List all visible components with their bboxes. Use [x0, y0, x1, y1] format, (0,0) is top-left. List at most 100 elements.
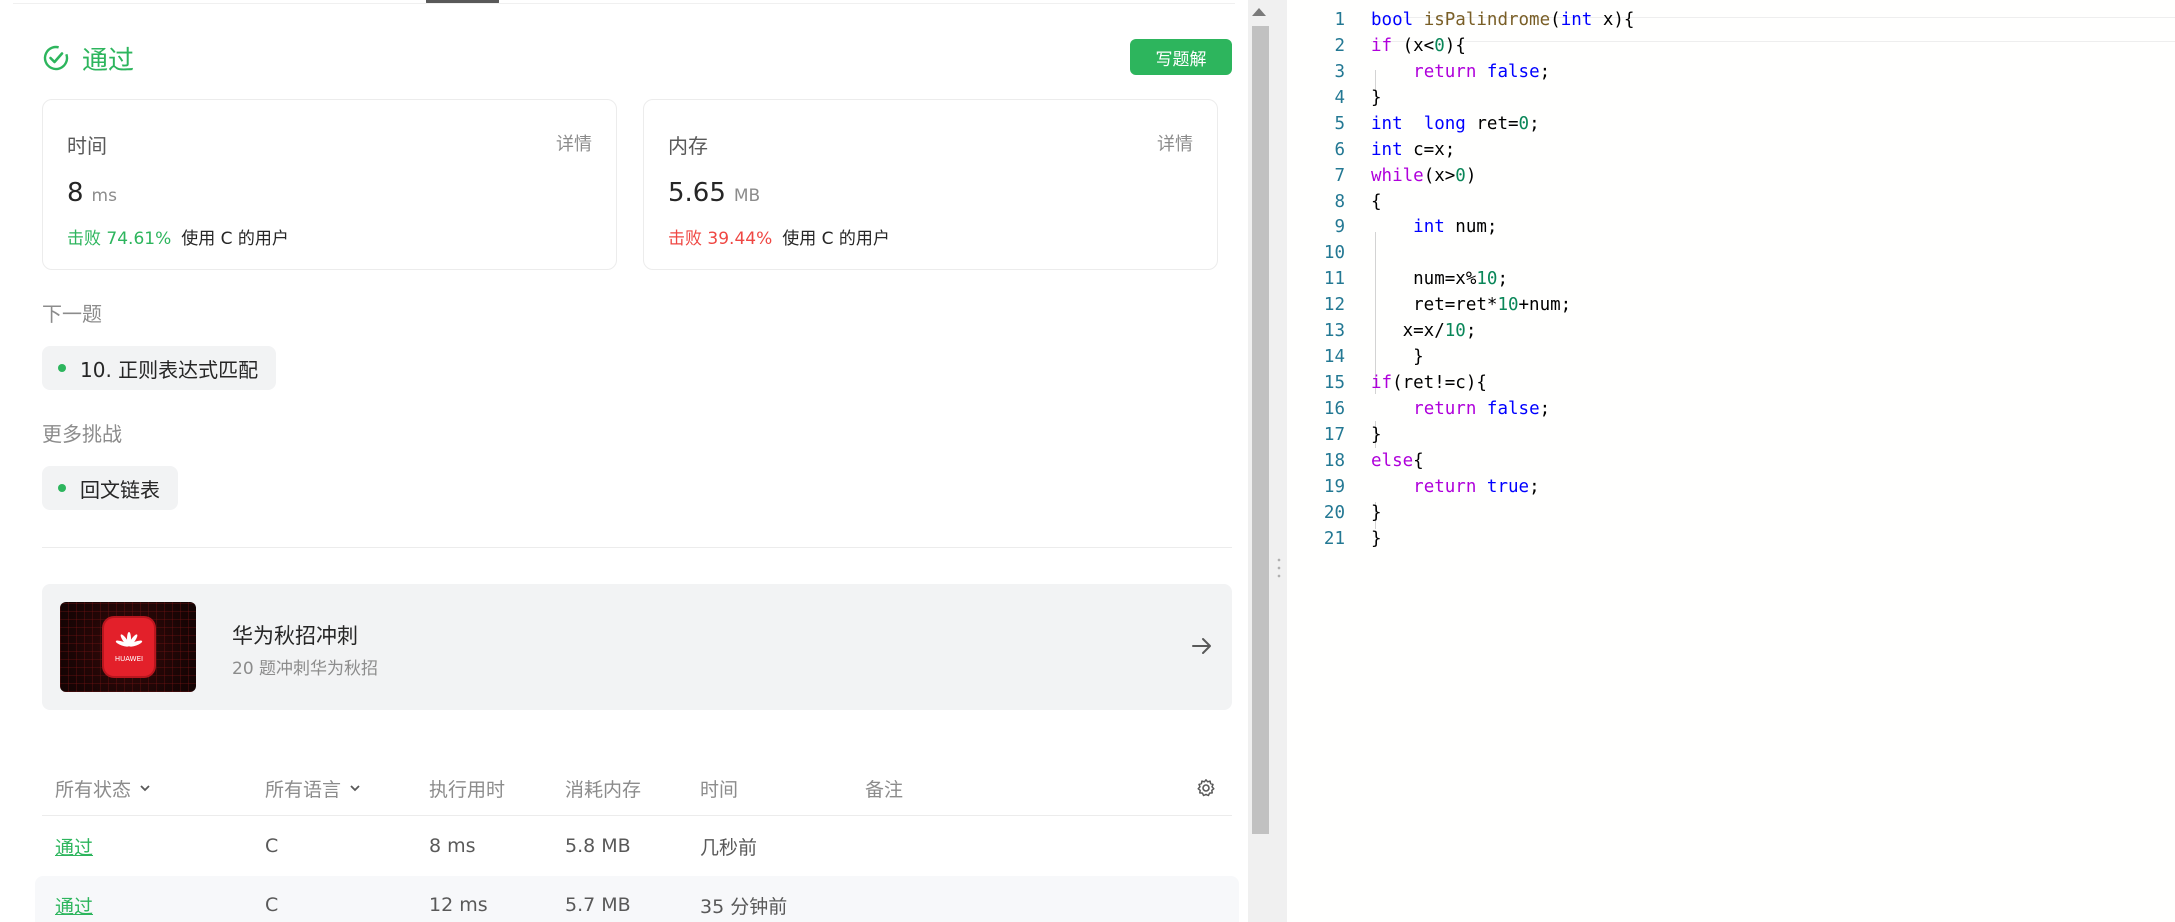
promo-card[interactable]: HUAWEI 华为秋招冲刺 20 题冲刺华为秋招: [42, 584, 1232, 710]
more-challenge-chip[interactable]: 回文链表: [42, 466, 178, 510]
notes-column-header: 备注: [865, 778, 904, 801]
result-content: 通过 写题解 时间 详情 8 ms 击败 74.61% 使用 C 的用户 内存 …: [13, 0, 1239, 922]
code-line[interactable]: 16 return false;: [1287, 396, 2175, 423]
line-number: 21: [1323, 528, 1345, 549]
table-row[interactable]: 通过 C 12 ms 5.7 MB 35 分钟前: [35, 876, 1239, 922]
line-number: 20: [1323, 502, 1345, 523]
runtime-value: 8 ms: [67, 178, 117, 208]
code-text: }: [1371, 528, 1382, 549]
scroll-up-arrow-icon[interactable]: [1252, 8, 1266, 16]
row-language: C: [265, 894, 279, 916]
chevron-down-icon: [140, 785, 150, 792]
row-language: C: [265, 835, 279, 857]
code-text: return false;: [1413, 61, 1551, 82]
code-text: x=x/10;: [1371, 321, 1477, 342]
code-line[interactable]: 9 int num;: [1287, 214, 2175, 241]
promo-logo-text: HUAWEI: [114, 655, 144, 663]
next-problem-label: 10. 正则表达式匹配: [80, 357, 259, 382]
code-editor[interactable]: 1 bool isPalindrome(int x){2 if (x<0){ 3 re…: [1287, 0, 2175, 922]
line-number: 16: [1323, 398, 1345, 419]
chevron-down-icon: [350, 785, 360, 792]
row-status-link[interactable]: 通过: [55, 817, 93, 875]
language-filter-label: 所有语言: [265, 778, 342, 801]
row-status-link[interactable]: 通过: [55, 876, 93, 922]
code-line[interactable]: 10: [1287, 240, 2175, 267]
line-number: 19: [1323, 476, 1345, 497]
code-text: else{: [1371, 450, 1424, 471]
code-line[interactable]: 3 return false;: [1287, 59, 2175, 86]
code-text: }: [1371, 347, 1424, 368]
line-number: 15: [1323, 373, 1345, 394]
runtime-label: 时间: [67, 134, 107, 158]
code-line[interactable]: 4}: [1287, 85, 2175, 112]
row-memory: 5.7 MB: [565, 894, 631, 916]
code-line[interactable]: 5 int long ret=0;: [1287, 111, 2175, 138]
line-number: 13: [1323, 321, 1345, 342]
tab-bar-border: [13, 3, 1235, 4]
code-line[interactable]: 6 int c=x;: [1287, 137, 2175, 164]
code-line[interactable]: 14 }: [1287, 344, 2175, 371]
row-runtime: 8 ms: [429, 835, 476, 857]
result-status: 通过: [42, 40, 134, 76]
row-runtime: 12 ms: [429, 894, 488, 916]
code-line[interactable]: 11 num=x%10;: [1287, 266, 2175, 293]
time-column-header: 时间: [700, 778, 739, 801]
line-number: 5: [1334, 113, 1345, 134]
runtime-detail-link[interactable]: 详情: [556, 130, 592, 156]
code-text: if(ret!=c){: [1371, 373, 1487, 394]
memory-detail-link[interactable]: 详情: [1157, 130, 1193, 156]
promo-title: 华为秋招冲刺: [232, 624, 358, 648]
write-solution-button[interactable]: 写题解: [1130, 39, 1232, 75]
next-problem-chip[interactable]: 10. 正则表达式匹配: [42, 346, 277, 390]
code-line[interactable]: 20}: [1287, 500, 2175, 527]
next-problem-heading: 下一题: [42, 302, 102, 326]
line-number: 7: [1334, 165, 1345, 186]
memory-card: 内存 详情 5.65 MB 击败 39.44% 使用 C 的用户: [643, 99, 1218, 270]
bullet-dot: [58, 364, 66, 372]
line-number: 11: [1323, 269, 1345, 290]
code-line[interactable]: 21}: [1287, 526, 2175, 553]
memory-column-header: 消耗内存: [565, 778, 642, 801]
status-filter[interactable]: 所有状态: [55, 760, 151, 816]
code-text: }: [1371, 502, 1382, 523]
code-line[interactable]: 15 if(ret!=c){: [1287, 370, 2175, 397]
code-line[interactable]: 19 return true;: [1287, 474, 2175, 501]
code-text: if (x<0){: [1371, 35, 1466, 56]
memory-value: 5.65 MB: [668, 178, 760, 208]
code-text: {: [1371, 191, 1382, 212]
code-line[interactable]: 8{: [1287, 189, 2175, 216]
memory-label: 内存: [668, 134, 708, 158]
submission-result-panel: 通过 写题解 时间 详情 8 ms 击败 74.61% 使用 C 的用户 内存 …: [0, 0, 1248, 922]
line-number: 9: [1334, 217, 1345, 238]
runtime-column-header: 执行用时: [429, 778, 506, 801]
code-line[interactable]: 7 while(x>0): [1287, 163, 2175, 190]
promo-image: HUAWEI: [60, 602, 196, 692]
line-number: 2: [1334, 35, 1345, 56]
code-line[interactable]: 13 x=x/10;: [1287, 318, 2175, 345]
drag-handle-icon[interactable]: [1277, 556, 1281, 580]
code-line[interactable]: 2 if (x<0){: [1287, 33, 2175, 60]
code-line[interactable]: 1 bool isPalindrome(int x){: [1287, 7, 2175, 34]
arrow-right-icon: [1192, 638, 1211, 654]
code-line[interactable]: 12 ret=ret*10+num;: [1287, 292, 2175, 319]
code-text: return false;: [1413, 398, 1551, 419]
line-number: 10: [1323, 243, 1345, 264]
submissions-table-header: 所有状态 所有语言 执行用时 消耗内存 时间 备注: [42, 760, 1232, 816]
code-line[interactable]: 17}: [1287, 422, 2175, 449]
code-text: while(x>0): [1371, 165, 1477, 186]
language-filter[interactable]: 所有语言: [265, 760, 361, 816]
gear-icon[interactable]: [1196, 778, 1216, 798]
row-time: 几秒前: [700, 836, 758, 859]
panel-splitter[interactable]: [1269, 0, 1287, 922]
line-number: 18: [1323, 450, 1345, 471]
line-number: 6: [1334, 139, 1345, 160]
huawei-logo-icon: HUAWEI: [104, 618, 154, 676]
runtime-card: 时间 详情 8 ms 击败 74.61% 使用 C 的用户: [42, 99, 617, 270]
code-text: }: [1371, 87, 1382, 108]
line-number: 14: [1323, 347, 1345, 368]
section-divider: [42, 547, 1232, 548]
code-line[interactable]: 18 else{: [1287, 448, 2175, 475]
runtime-beat: 击败 74.61% 使用 C 的用户: [67, 224, 289, 249]
code-text: int long ret=0;: [1371, 113, 1540, 134]
table-row[interactable]: 通过 C 8 ms 5.8 MB 几秒前: [35, 817, 1239, 875]
